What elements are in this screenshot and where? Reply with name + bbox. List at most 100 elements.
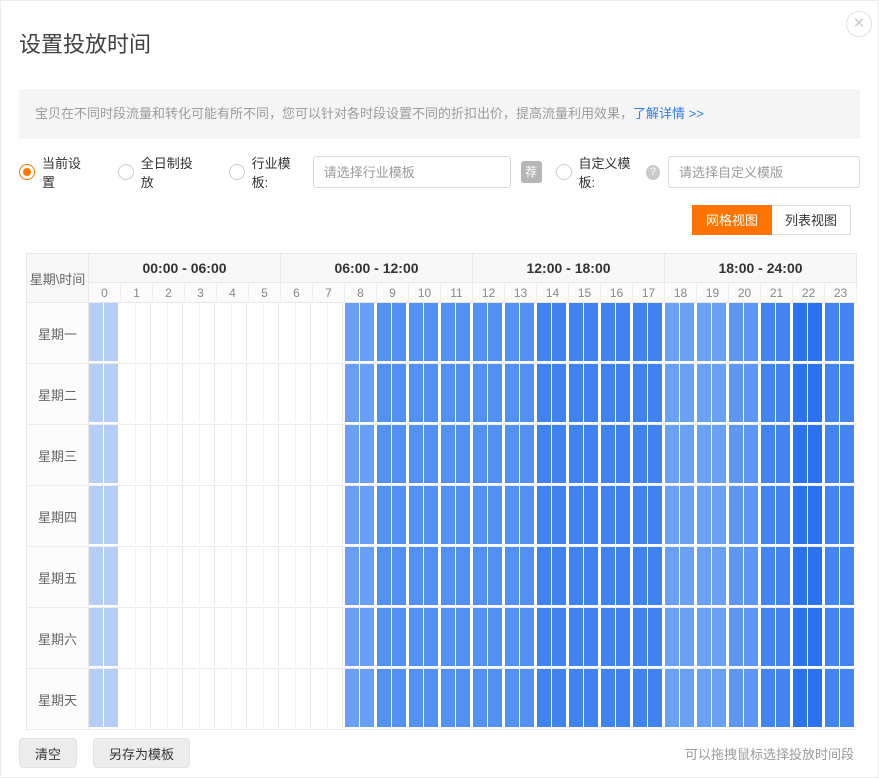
half-hour-cell[interactable] — [264, 608, 279, 666]
half-hour-cell[interactable] — [793, 425, 808, 483]
half-hour-cell[interactable] — [441, 303, 456, 361]
half-hour-cell[interactable] — [377, 486, 392, 544]
half-hour-cell[interactable] — [185, 608, 200, 666]
time-cell[interactable] — [409, 303, 441, 364]
half-hour-cell[interactable] — [537, 608, 552, 666]
half-hour-cell[interactable] — [168, 486, 183, 544]
half-hour-cell[interactable] — [616, 303, 631, 361]
time-cell[interactable] — [537, 669, 569, 730]
half-hour-cell[interactable] — [441, 486, 456, 544]
time-cell[interactable] — [441, 608, 473, 669]
half-hour-cell[interactable] — [776, 303, 791, 361]
time-cell[interactable] — [377, 669, 409, 730]
half-hour-cell[interactable] — [584, 486, 599, 544]
time-cell[interactable] — [729, 547, 761, 608]
half-hour-cell[interactable] — [89, 364, 104, 422]
half-hour-cell[interactable] — [185, 425, 200, 483]
half-hour-cell[interactable] — [648, 669, 663, 727]
time-cell[interactable] — [217, 547, 249, 608]
half-hour-cell[interactable] — [712, 303, 727, 361]
half-hour-cell[interactable] — [345, 547, 360, 605]
half-hour-cell[interactable] — [409, 486, 424, 544]
time-cell[interactable] — [121, 303, 153, 364]
half-hour-cell[interactable] — [377, 608, 392, 666]
half-hour-cell[interactable] — [104, 364, 119, 422]
half-hour-cell[interactable] — [409, 547, 424, 605]
half-hour-cell[interactable] — [89, 608, 104, 666]
half-hour-cell[interactable] — [200, 608, 215, 666]
half-hour-cell[interactable] — [569, 669, 584, 727]
time-cell[interactable] — [697, 486, 729, 547]
half-hour-cell[interactable] — [633, 425, 648, 483]
half-hour-cell[interactable] — [185, 547, 200, 605]
time-cell[interactable] — [665, 303, 697, 364]
time-cell[interactable] — [281, 547, 313, 608]
time-cell[interactable] — [537, 486, 569, 547]
time-cell[interactable] — [249, 425, 281, 486]
time-cell[interactable] — [377, 486, 409, 547]
half-hour-cell[interactable] — [552, 303, 567, 361]
half-hour-cell[interactable] — [616, 547, 631, 605]
half-hour-cell[interactable] — [601, 547, 616, 605]
time-cell[interactable] — [185, 425, 217, 486]
time-cell[interactable] — [313, 547, 345, 608]
time-cell[interactable] — [473, 486, 505, 547]
half-hour-cell[interactable] — [360, 425, 375, 483]
half-hour-cell[interactable] — [89, 669, 104, 727]
half-hour-cell[interactable] — [328, 547, 343, 605]
half-hour-cell[interactable] — [232, 486, 247, 544]
half-hour-cell[interactable] — [840, 425, 855, 483]
tab-grid-view[interactable]: 网格视图 — [692, 205, 772, 235]
half-hour-cell[interactable] — [648, 364, 663, 422]
half-hour-cell[interactable] — [345, 364, 360, 422]
half-hour-cell[interactable] — [264, 669, 279, 727]
half-hour-cell[interactable] — [104, 425, 119, 483]
time-cell[interactable] — [345, 486, 377, 547]
time-cell[interactable] — [761, 425, 793, 486]
time-cell[interactable] — [441, 547, 473, 608]
half-hour-cell[interactable] — [424, 547, 439, 605]
time-cell[interactable] — [441, 425, 473, 486]
half-hour-cell[interactable] — [729, 364, 744, 422]
half-hour-cell[interactable] — [697, 547, 712, 605]
half-hour-cell[interactable] — [360, 608, 375, 666]
time-cell[interactable] — [281, 608, 313, 669]
half-hour-cell[interactable] — [761, 486, 776, 544]
time-cell[interactable] — [473, 425, 505, 486]
half-hour-cell[interactable] — [697, 364, 712, 422]
time-cell[interactable] — [409, 608, 441, 669]
half-hour-cell[interactable] — [345, 425, 360, 483]
half-hour-cell[interactable] — [345, 303, 360, 361]
half-hour-cell[interactable] — [104, 486, 119, 544]
time-cell[interactable] — [409, 364, 441, 425]
time-cell[interactable] — [153, 547, 185, 608]
half-hour-cell[interactable] — [441, 547, 456, 605]
half-hour-cell[interactable] — [601, 303, 616, 361]
save-as-template-button[interactable]: 另存为模板 — [93, 738, 190, 768]
half-hour-cell[interactable] — [456, 303, 471, 361]
half-hour-cell[interactable] — [200, 547, 215, 605]
time-cell[interactable] — [409, 486, 441, 547]
half-hour-cell[interactable] — [520, 425, 535, 483]
half-hour-cell[interactable] — [392, 303, 407, 361]
half-hour-cell[interactable] — [552, 608, 567, 666]
half-hour-cell[interactable] — [104, 608, 119, 666]
custom-template-input[interactable] — [668, 156, 860, 188]
time-cell[interactable] — [825, 303, 857, 364]
half-hour-cell[interactable] — [665, 425, 680, 483]
half-hour-cell[interactable] — [456, 425, 471, 483]
half-hour-cell[interactable] — [793, 547, 808, 605]
half-hour-cell[interactable] — [441, 425, 456, 483]
half-hour-cell[interactable] — [776, 608, 791, 666]
half-hour-cell[interactable] — [680, 608, 695, 666]
half-hour-cell[interactable] — [488, 364, 503, 422]
half-hour-cell[interactable] — [232, 425, 247, 483]
half-hour-cell[interactable] — [633, 608, 648, 666]
time-cell[interactable] — [569, 486, 601, 547]
time-cell[interactable] — [377, 364, 409, 425]
half-hour-cell[interactable] — [648, 303, 663, 361]
time-cell[interactable] — [185, 669, 217, 730]
half-hour-cell[interactable] — [569, 547, 584, 605]
half-hour-cell[interactable] — [473, 608, 488, 666]
half-hour-cell[interactable] — [217, 669, 232, 727]
